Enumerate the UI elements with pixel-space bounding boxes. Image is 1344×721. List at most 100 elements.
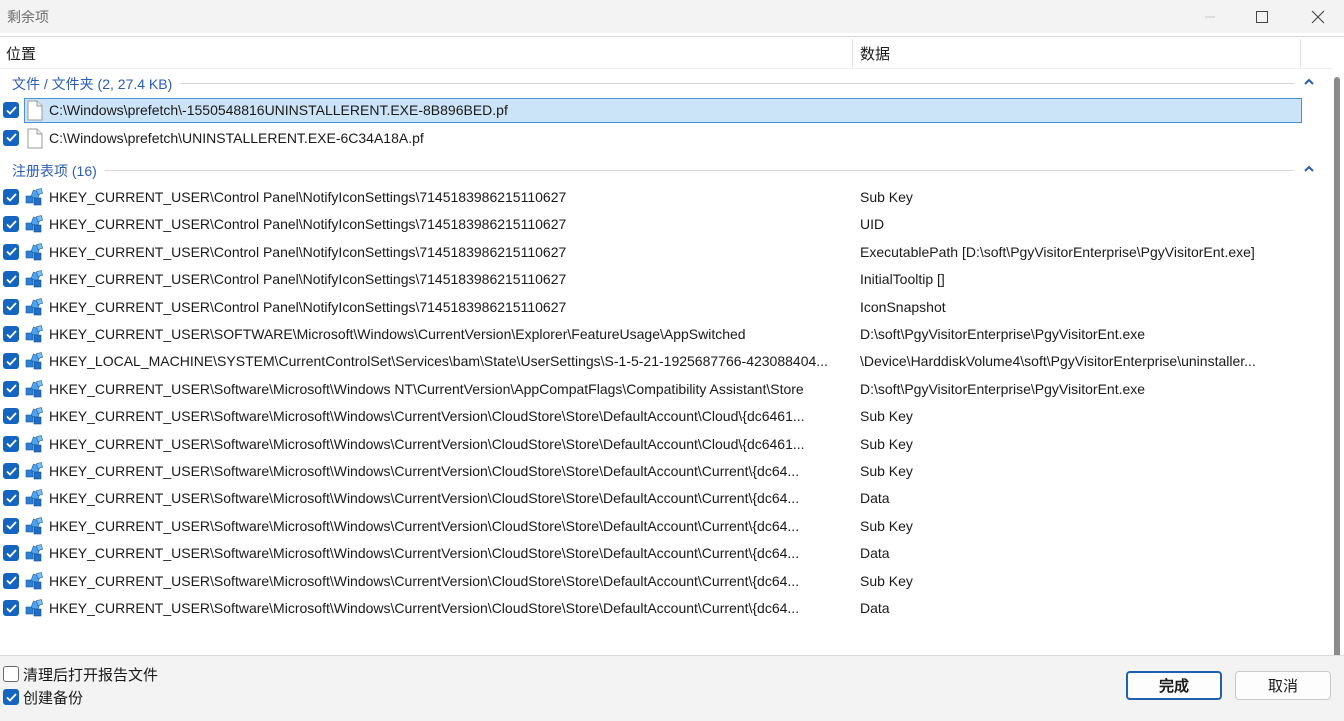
column-location[interactable]: 位置 xyxy=(6,43,36,64)
checkmark-icon xyxy=(5,603,17,613)
list-item[interactable]: C:\Windows\prefetch\-1550548816UNINSTALL… xyxy=(0,98,1332,123)
checkmark-icon xyxy=(5,412,17,421)
list-item[interactable]: HKEY_CURRENT_USER\Software\Microsoft\Win… xyxy=(0,404,1332,429)
checkmark-icon xyxy=(5,521,17,531)
item-checkbox[interactable] xyxy=(3,408,19,425)
create-backup-option[interactable]: 创建备份 xyxy=(3,687,83,707)
item-checkbox[interactable] xyxy=(3,490,19,507)
item-checkbox[interactable] xyxy=(3,600,19,616)
create-backup-label: 创建备份 xyxy=(23,689,84,707)
item-type-icon xyxy=(25,434,45,455)
list-item[interactable]: C:\Windows\prefetch\UNINSTALLERENT.EXE-6… xyxy=(0,126,1332,151)
item-location: HKEY_CURRENT_USER\Software\Microsoft\Win… xyxy=(49,545,800,562)
create-backup-checkbox[interactable] xyxy=(3,689,19,705)
minimize-button[interactable] xyxy=(1184,0,1236,33)
item-checkbox[interactable] xyxy=(3,572,19,589)
maximize-button[interactable] xyxy=(1236,0,1288,33)
list-item[interactable]: HKEY_CURRENT_USER\Control Panel\NotifyIc… xyxy=(0,212,1332,237)
window-title: 剩余项 xyxy=(7,9,49,25)
item-type-icon xyxy=(25,242,45,263)
item-checkbox[interactable] xyxy=(3,463,19,479)
group-header-files[interactable]: 文件 / 文件夹 (2, 27.4 KB) xyxy=(0,72,1332,94)
collapse-toggle[interactable] xyxy=(1302,75,1316,89)
registry-cubes-icon xyxy=(25,188,43,206)
item-checkbox[interactable] xyxy=(3,298,19,315)
list-item[interactable]: HKEY_CURRENT_USER\Software\Microsoft\Win… xyxy=(0,432,1332,457)
group-label: 注册表项 (16) xyxy=(12,161,105,181)
minimize-icon xyxy=(1205,16,1215,17)
registry-cubes-icon xyxy=(25,462,43,480)
column-separator[interactable] xyxy=(1300,39,1301,67)
item-location: HKEY_CURRENT_USER\Software\Microsoft\Win… xyxy=(49,408,805,425)
chevron-up-icon xyxy=(1304,78,1314,85)
open-report-option[interactable]: 清理后打开报告文件 xyxy=(3,664,158,684)
item-data: Sub Key xyxy=(860,463,913,479)
list-item[interactable]: HKEY_CURRENT_USER\Software\Microsoft\Win… xyxy=(0,569,1332,594)
registry-cubes-icon xyxy=(25,599,43,617)
item-type-icon xyxy=(25,100,45,121)
item-checkbox[interactable] xyxy=(3,243,19,260)
list-item[interactable]: HKEY_CURRENT_USER\Software\Microsoft\Win… xyxy=(0,377,1332,402)
column-separator[interactable] xyxy=(852,39,853,67)
item-type-icon xyxy=(25,598,45,619)
list-item[interactable]: HKEY_CURRENT_USER\SOFTWARE\Microsoft\Win… xyxy=(0,322,1332,347)
group-header-registry[interactable]: 注册表项 (16) xyxy=(0,159,1332,181)
item-data: Data xyxy=(860,545,890,562)
checkmark-icon xyxy=(5,192,17,202)
close-button[interactable] xyxy=(1292,0,1344,33)
item-location: HKEY_CURRENT_USER\Control Panel\NotifyIc… xyxy=(49,271,567,288)
item-data: ExecutablePath [D:\soft\PgyVisitorEnterp… xyxy=(860,243,1255,260)
checkmark-icon xyxy=(5,384,17,394)
item-location: HKEY_CURRENT_USER\Software\Microsoft\Win… xyxy=(49,380,804,397)
list-item[interactable]: HKEY_CURRENT_USER\Software\Microsoft\Win… xyxy=(0,486,1332,511)
item-checkbox[interactable] xyxy=(3,353,19,370)
footer-bar: 清理后打开报告文件 创建备份 完成 取消 xyxy=(0,655,1344,721)
item-type-icon xyxy=(25,406,45,427)
item-checkbox[interactable] xyxy=(3,271,19,288)
list-item[interactable]: HKEY_CURRENT_USER\Control Panel\NotifyIc… xyxy=(0,267,1332,292)
item-checkbox[interactable] xyxy=(3,129,19,146)
checkmark-icon xyxy=(5,576,17,585)
item-checkbox[interactable] xyxy=(3,216,19,233)
list-item[interactable]: HKEY_CURRENT_USER\Control Panel\NotifyIc… xyxy=(0,240,1332,265)
list-item[interactable]: HKEY_CURRENT_USER\Software\Microsoft\Win… xyxy=(0,596,1332,621)
registry-cubes-icon xyxy=(25,571,43,589)
group-divider xyxy=(12,83,1294,84)
done-button[interactable]: 完成 xyxy=(1126,671,1222,700)
file-icon xyxy=(27,100,43,121)
item-type-icon xyxy=(25,297,45,318)
item-type-icon xyxy=(25,543,45,564)
column-data[interactable]: 数据 xyxy=(860,43,890,64)
registry-cubes-icon xyxy=(25,379,43,398)
list-item[interactable]: HKEY_LOCAL_MACHINE\SYSTEM\CurrentControl… xyxy=(0,349,1332,374)
item-data: UID xyxy=(860,216,885,233)
list-item[interactable]: HKEY_CURRENT_USER\Software\Microsoft\Win… xyxy=(0,541,1332,566)
vertical-scrollbar[interactable] xyxy=(1334,77,1340,663)
item-checkbox[interactable] xyxy=(3,380,19,397)
open-report-checkbox[interactable] xyxy=(3,666,19,682)
checkmark-icon xyxy=(5,549,17,558)
list-item[interactable]: HKEY_CURRENT_USER\Control Panel\NotifyIc… xyxy=(0,295,1332,320)
registry-cubes-icon xyxy=(25,516,43,535)
item-location: HKEY_CURRENT_USER\Software\Microsoft\Win… xyxy=(49,463,800,479)
item-data: Data xyxy=(860,600,890,616)
item-checkbox[interactable] xyxy=(3,102,19,118)
list-item[interactable]: HKEY_CURRENT_USER\Control Panel\NotifyIc… xyxy=(0,185,1332,210)
list-item[interactable]: HKEY_CURRENT_USER\Software\Microsoft\Win… xyxy=(0,459,1332,484)
cancel-button[interactable]: 取消 xyxy=(1235,671,1331,700)
registry-cubes-icon xyxy=(25,544,43,562)
title-bar: 剩余项 xyxy=(0,0,1344,33)
file-icon xyxy=(27,128,43,148)
item-checkbox[interactable] xyxy=(3,326,19,342)
item-checkbox[interactable] xyxy=(3,545,19,562)
list-item[interactable]: HKEY_CURRENT_USER\Software\Microsoft\Win… xyxy=(0,514,1332,539)
collapse-toggle[interactable] xyxy=(1302,162,1316,176)
leftovers-list[interactable]: 位置 数据 文件 / 文件夹 (2, 27.4 KB) C:\Windows\pr… xyxy=(0,36,1344,663)
item-checkbox[interactable] xyxy=(3,517,19,534)
item-data: Sub Key xyxy=(860,189,913,205)
checkmark-icon xyxy=(5,247,17,257)
item-checkbox[interactable] xyxy=(3,435,19,452)
registry-cubes-icon xyxy=(25,489,43,507)
registry-cubes-icon xyxy=(25,325,43,343)
item-checkbox[interactable] xyxy=(3,189,19,205)
